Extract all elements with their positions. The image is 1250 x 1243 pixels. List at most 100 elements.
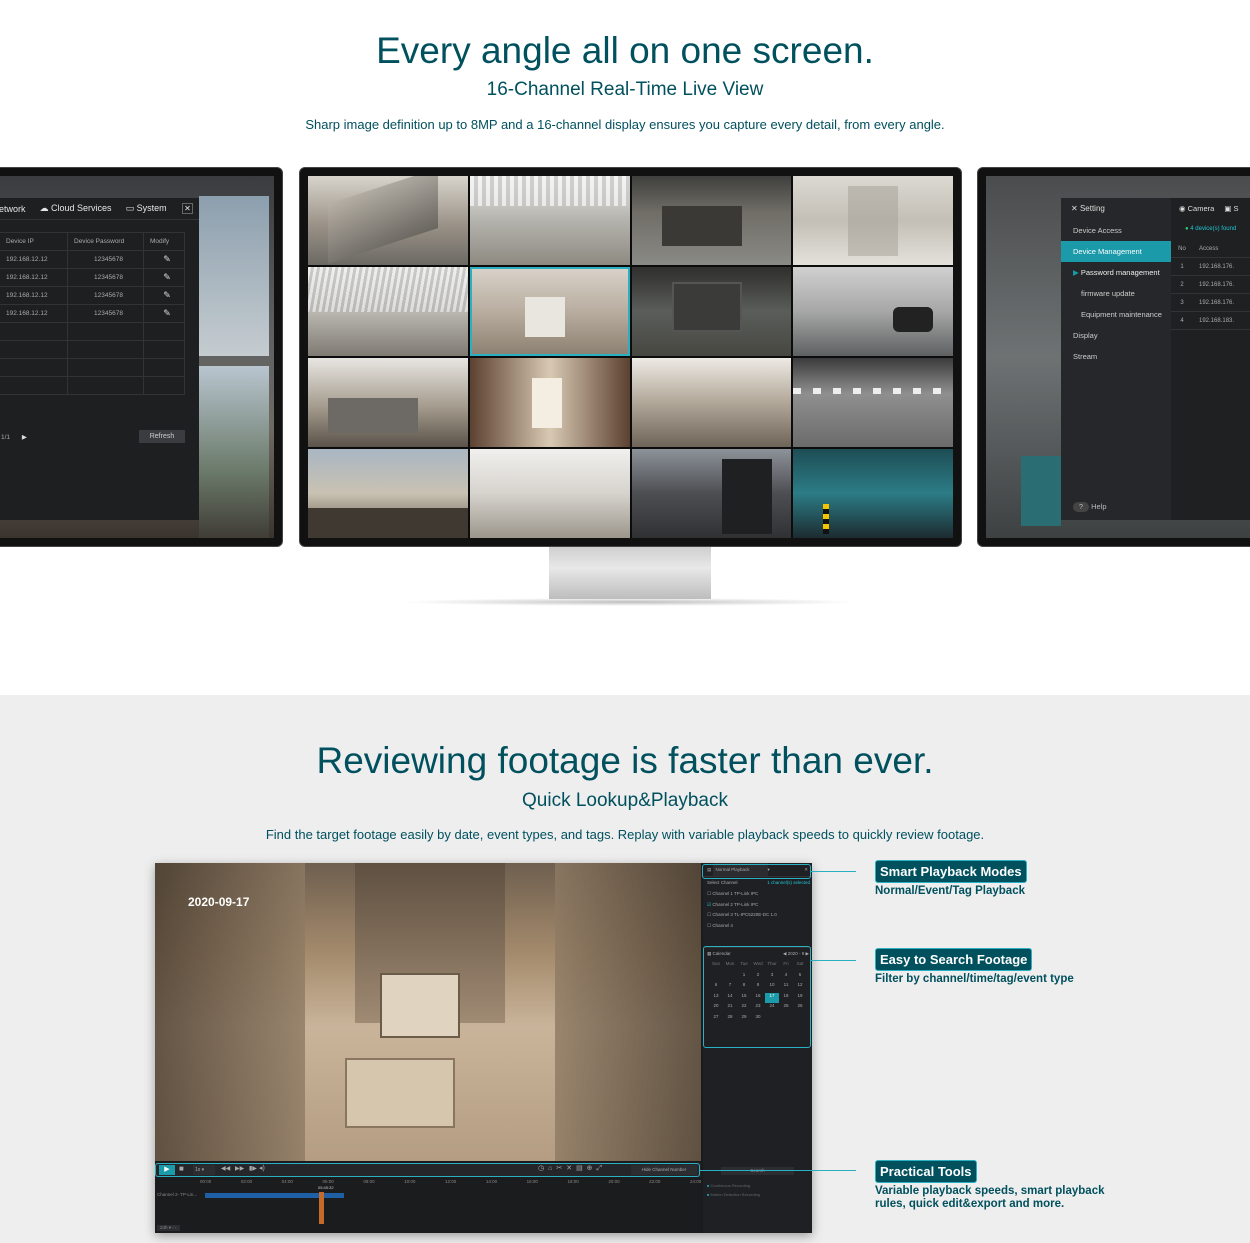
camera-tile-16[interactable] (793, 449, 953, 538)
channel-item[interactable]: ☐ Channel 1 TP-Link IPC (707, 889, 812, 900)
menu-firmware-update[interactable]: firmware update (1061, 283, 1171, 304)
row-no: 2 (1180, 282, 1184, 288)
col-device-ip: Device IP (0, 232, 68, 251)
tab-cloud-services[interactable]: ☁ Cloud Services (40, 203, 112, 214)
edit-icon[interactable]: ✎ (143, 268, 185, 287)
playhead[interactable] (319, 1192, 324, 1224)
menu-password-label: Password management (1080, 268, 1160, 277)
list-item[interactable]: 2 192.168.176. (1171, 276, 1250, 294)
zoom-select[interactable]: 24h ▾ ‹ › (157, 1225, 180, 1231)
camera-tile-9[interactable] (308, 358, 468, 447)
menu-device-management[interactable]: Device Management (1061, 241, 1171, 262)
stand-shadow (400, 598, 860, 606)
edit-icon[interactable]: ✎ (143, 286, 185, 305)
zoom-value: 24h (160, 1225, 168, 1230)
booth (1021, 456, 1061, 526)
list-item[interactable]: 3 192.168.176. (1171, 294, 1250, 312)
callout-line (700, 1170, 856, 1171)
cloud-icon: ☁ (39, 203, 49, 213)
callout-tag: Practical Tools (875, 1160, 977, 1183)
pagination: 1/1 ▶ (1, 433, 27, 441)
list-item[interactable]: 1 192.168.176. (1171, 258, 1250, 276)
channel-item[interactable]: ☐ Channel 4 (707, 921, 812, 932)
camera-tile-8[interactable] (793, 267, 953, 356)
table-row: 192.168.12.12 12345678 ✎ (0, 286, 185, 305)
caret-right-icon: ▶ (1073, 268, 1079, 277)
legend-item: ■ Motion Detection Recording (707, 1190, 812, 1199)
legend-swatch: ■ (707, 1192, 710, 1197)
menu-display[interactable]: Display (1061, 325, 1171, 346)
tab-network[interactable]: etwork (0, 204, 26, 214)
menu-password-management[interactable]: ▶ Password management (1061, 262, 1171, 283)
search-button[interactable]: Search (721, 1167, 794, 1175)
menu-device-access[interactable]: Device Access (1061, 220, 1171, 241)
camera-tile-15[interactable] (631, 449, 792, 538)
legend-label: Motion Detection Recording (710, 1192, 760, 1197)
camera-tile-1[interactable] (308, 176, 468, 265)
section-description: Sharp image definition up to 8MP and a 1… (305, 117, 945, 132)
time-tick: 10:00 (404, 1179, 416, 1184)
menu-stream[interactable]: Stream (1061, 346, 1171, 367)
right-monitor-screen: ✕ Setting Device Access Device Managemen… (986, 176, 1250, 538)
close-icon[interactable]: ✕ (182, 203, 193, 214)
camera-tile-14[interactable] (469, 449, 630, 538)
row-ip: 192.168.176. (1199, 264, 1235, 270)
camera-tile-10[interactable] (469, 358, 630, 447)
tab-storage[interactable]: ▣ S (1224, 198, 1238, 220)
table-row: 192.168.12.12 12345678 ✎ (0, 304, 185, 323)
tab-system-label: System (136, 203, 167, 213)
camera-tile-5[interactable] (308, 267, 468, 356)
callout-smart-playback: Smart Playback Modes Normal/Event/Tag Pl… (875, 860, 1027, 898)
camera-tile-4[interactable] (793, 176, 953, 265)
camera-tile-6-selected[interactable] (469, 267, 630, 356)
section-title: Every angle all on one screen. (376, 30, 874, 71)
edit-icon[interactable]: ✎ (143, 304, 185, 323)
tab-system[interactable]: ▭ System (126, 203, 167, 214)
next-page-icon[interactable]: ▶ (22, 434, 27, 441)
monitor-stand (549, 547, 711, 599)
camera-grid (308, 176, 953, 538)
cloud-services-dialog: etwork ☁ Cloud Services ▭ System ✕ Devic… (0, 198, 199, 520)
list-item[interactable]: 4 192.168.183. (1171, 312, 1250, 330)
camera-tile-12[interactable] (793, 358, 953, 447)
col-device-password: Device Password (67, 232, 144, 251)
time-tick: 16:00 (526, 1179, 538, 1184)
time-tick: 02:00 (240, 1179, 253, 1184)
section-subtitle: 16-Channel Real-Time Live View (486, 79, 764, 100)
tab-cloud-label: Cloud Services (51, 203, 112, 213)
playback-video[interactable]: 2020-09-17 (155, 863, 701, 1161)
time-tick: 14:00 (485, 1179, 498, 1184)
camera-tile-3[interactable] (631, 176, 792, 265)
edit-icon[interactable]: ✎ (143, 250, 185, 269)
camera-tile-13[interactable] (308, 449, 468, 538)
callout-tag: Smart Playback Modes (875, 860, 1027, 883)
row-ip: 192.168.176. (1199, 300, 1235, 306)
timeline[interactable]: 00:00 02:00 04:00 06:00 08:00 10:00 12:00 14:00… (155, 1177, 701, 1233)
camera-tabs: ◉ Camera ▣ S (1171, 198, 1250, 220)
channel-item[interactable]: ☐ Channel 3 TL-IPC5220E-DC 1.0 (707, 910, 812, 921)
camera-tile-7[interactable] (631, 267, 792, 356)
search-area: Search ■ Continuous Recording ■ Motion D… (703, 1163, 812, 1233)
callout-line (811, 960, 856, 961)
sarcophagus-case (380, 973, 460, 1038)
help-link[interactable]: ? Help (1073, 502, 1107, 512)
camera-tile-2[interactable] (469, 176, 630, 265)
row-no: 3 (1180, 300, 1184, 306)
menu-equipment-maintenance[interactable]: Equipment maintenance (1061, 304, 1171, 325)
time-tick: 06:00 (322, 1179, 334, 1184)
refresh-button[interactable]: Refresh (139, 430, 185, 443)
camera-tile-11[interactable] (631, 358, 792, 447)
channel-item[interactable]: ☑ Channel 2 TP-Link IPC (707, 900, 812, 911)
channel-name: Channel 1 TP-Link IPC (712, 891, 759, 896)
toolbar-highlight (155, 1163, 700, 1177)
window-view (199, 196, 269, 356)
cursor-time: 05:45:32 (318, 1185, 334, 1190)
status-dot: ● (1185, 226, 1189, 232)
channel-list: ☐ Channel 1 TP-Link IPC ☑ Channel 2 TP-L… (703, 889, 812, 931)
checkbox-icon: ☐ (707, 891, 712, 896)
tab-camera[interactable]: ◉ Camera (1171, 198, 1214, 220)
col-modify: Modify (143, 232, 185, 251)
display-platform (345, 1058, 455, 1128)
legend-label: Continuous Recording (710, 1183, 751, 1188)
table-row (0, 322, 185, 341)
